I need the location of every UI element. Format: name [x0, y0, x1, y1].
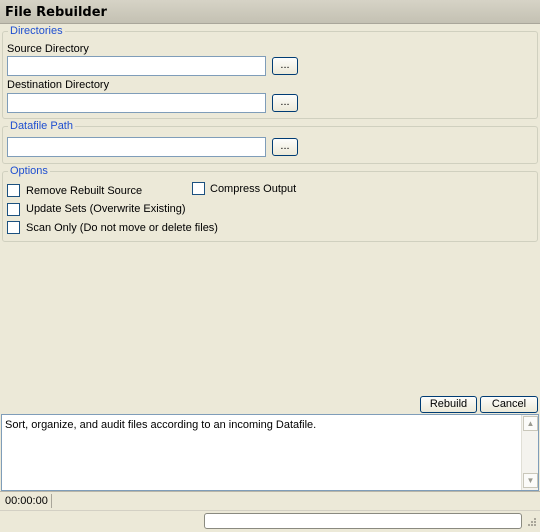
compress-output-label[interactable]: Compress Output — [210, 183, 296, 195]
scan-only-checkbox[interactable] — [7, 221, 20, 234]
compress-output-checkbox[interactable] — [192, 182, 205, 195]
update-sets-label[interactable]: Update Sets (Overwrite Existing) — [26, 203, 186, 215]
source-directory-label: Source Directory — [7, 43, 89, 55]
scroll-up-arrow-icon[interactable]: ▲ — [523, 416, 538, 431]
log-pane[interactable]: Sort, organize, and audit files accordin… — [1, 414, 539, 491]
rebuild-button[interactable]: Rebuild — [420, 396, 477, 413]
datafile-browse-button[interactable]: ... — [272, 138, 298, 156]
options-legend: Options — [8, 165, 50, 177]
resize-grip-icon[interactable] — [525, 517, 537, 529]
remove-rebuilt-source-label[interactable]: Remove Rebuilt Source — [26, 185, 142, 197]
datafile-legend: Datafile Path — [8, 120, 75, 132]
destination-directory-label: Destination Directory — [7, 79, 110, 91]
elapsed-time: 00:00:00 — [5, 495, 48, 507]
destination-browse-button[interactable]: ... — [272, 94, 298, 112]
status-divider — [51, 494, 52, 508]
remove-rebuilt-source-checkbox[interactable] — [7, 184, 20, 197]
title-bar: File Rebuilder — [0, 0, 540, 24]
progress-bar — [204, 513, 522, 529]
scan-only-label[interactable]: Scan Only (Do not move or delete files) — [26, 222, 218, 234]
log-scrollbar[interactable]: ▲ ▼ — [521, 415, 538, 490]
log-text: Sort, organize, and audit files accordin… — [5, 419, 317, 431]
window-title: File Rebuilder — [5, 5, 107, 20]
source-directory-input[interactable] — [7, 56, 266, 76]
datafile-path-input[interactable] — [7, 137, 266, 157]
status-bar: 00:00:00 — [0, 491, 540, 509]
directories-legend: Directories — [8, 25, 65, 37]
source-browse-button[interactable]: ... — [272, 57, 298, 75]
cancel-button[interactable]: Cancel — [480, 396, 538, 413]
update-sets-checkbox[interactable] — [7, 203, 20, 216]
destination-directory-input[interactable] — [7, 93, 266, 113]
scroll-down-arrow-icon[interactable]: ▼ — [523, 473, 538, 488]
